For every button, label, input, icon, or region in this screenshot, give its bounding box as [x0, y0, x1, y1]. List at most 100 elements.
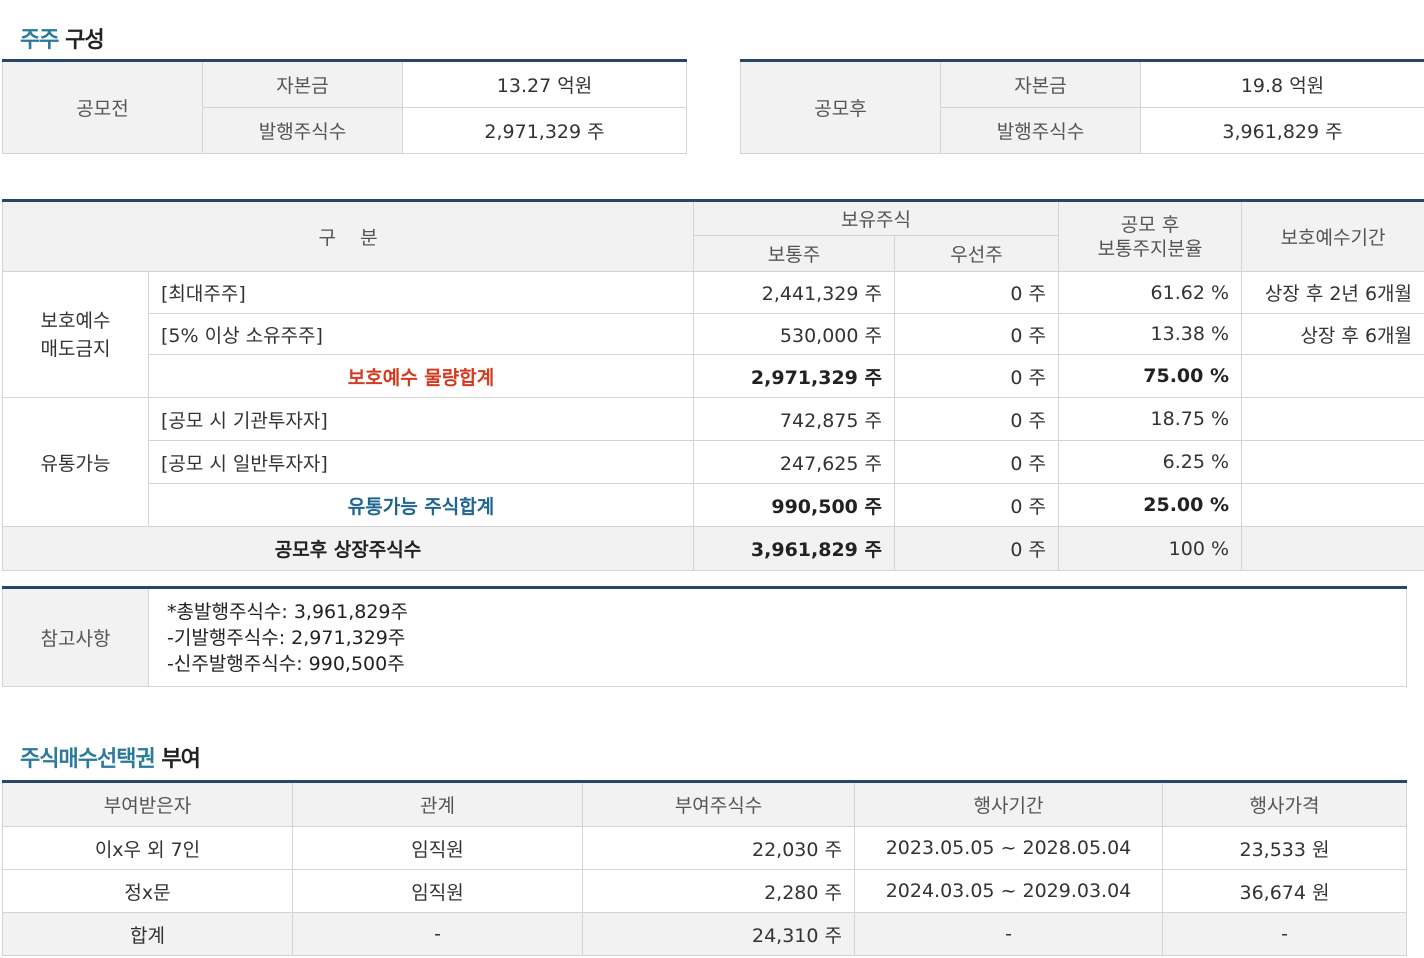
row-name-subtotal: 유통가능 주식합계 — [148, 483, 694, 527]
total-common: 3,961,829 주 — [693, 526, 895, 571]
table-row: 보호예수 매도금지 [최대주주] 2,441,329 주 0 주 61.62 %… — [2, 271, 1424, 398]
total-lockup — [1241, 526, 1424, 571]
relation: 임직원 — [292, 869, 583, 913]
row-common: 247,625 주 — [693, 440, 895, 484]
exercise-period: 2023.05.05 ~ 2028.05.04 — [854, 826, 1163, 870]
header-exercise-period: 행사기간 — [854, 780, 1163, 827]
table-row: 이x우 외 7인 임직원 22,030 주 2023.05.05 ~ 2028.… — [2, 826, 1407, 870]
notes-table: 참고사항 *총발행주식수: 3,961,829주 -기발행주식수: 2,971,… — [2, 586, 1407, 687]
row-name: [공모 시 기관투자자] — [148, 397, 694, 441]
row-lockup — [1241, 483, 1424, 527]
table-row: [5% 이상 소유주주] 530,000 주 0 주 13.38 % 상장 후 … — [3, 313, 1424, 355]
table-total-row: 공모후 상장주식수 3,961,829 주 0 주 100 % — [2, 526, 1424, 571]
row-common: 530,000 주 — [693, 313, 895, 355]
header-preferred: 우선주 — [893, 235, 1060, 272]
exercise-price: 23,533 원 — [1162, 826, 1407, 870]
title-highlight: 주주 — [20, 28, 59, 53]
notes-line: -기발행주식수: 2,971,329주 — [167, 626, 406, 649]
shares-label: 발행주식수 — [940, 107, 1141, 154]
row-ratio: 6.25 % — [1058, 440, 1243, 484]
total-label: 합계 — [2, 912, 293, 956]
group-lockup-line2: 매도금지 — [40, 337, 111, 360]
grantee: 정x문 — [2, 869, 293, 913]
title-rest: 구성 — [58, 28, 104, 53]
row-preferred: 0 주 — [893, 354, 1060, 398]
row-preferred: 0 주 — [893, 483, 1060, 527]
options-section-title: 주식매수선택권 부여 — [20, 741, 201, 773]
after-offering-label: 공모후 — [740, 59, 941, 154]
header-shares: 부여주식수 — [582, 780, 855, 827]
group-lockup-label: 보호예수 매도금지 — [2, 271, 149, 398]
group-lockup-line1: 보호예수 — [40, 309, 111, 332]
row-ratio: 75.00 % — [1058, 354, 1243, 398]
shares: 2,280 주 — [582, 869, 855, 913]
row-ratio: 61.62 % — [1058, 271, 1243, 314]
row-preferred: 0 주 — [893, 440, 1060, 484]
table-row: 정x문 임직원 2,280 주 2024.03.05 ~ 2029.03.04 … — [2, 869, 1407, 913]
table-row: 보호예수 물량합계 2,971,329 주 0 주 75.00 % — [3, 354, 1424, 398]
table-total-row: 합계 - 24,310 주 - - — [2, 912, 1407, 956]
title-rest: 부여 — [154, 747, 200, 772]
before-offering-table: 공모전 자본금 13.27 억원 발행주식수 2,971,329 주 — [2, 59, 687, 154]
grantee: 이x우 외 7인 — [2, 826, 293, 870]
group-tradable-label: 유통가능 — [2, 397, 149, 527]
shares: 22,030 주 — [582, 826, 855, 870]
capital-label: 자본금 — [940, 59, 1141, 108]
table-row: 유통가능 [공모 시 기관투자자] 742,875 주 0 주 18.75 % — [2, 397, 1424, 527]
row-preferred: 0 주 — [893, 397, 1060, 441]
capital-value: 19.8 억원 — [1140, 59, 1424, 108]
row-common: 2,971,329 주 — [693, 354, 895, 398]
notes-line: *총발행주식수: 3,961,829주 — [167, 600, 408, 623]
shares-label: 발행주식수 — [202, 107, 403, 154]
row-lockup: 상장 후 2년 6개월 — [1241, 271, 1424, 314]
total-exercise-period: - — [854, 912, 1163, 956]
relation: 임직원 — [292, 826, 583, 870]
header-holding: 보유주식 — [692, 199, 1060, 236]
row-name: [5% 이상 소유주주] — [148, 313, 694, 355]
total-ratio: 100 % — [1058, 526, 1243, 571]
row-lockup: 상장 후 6개월 — [1241, 313, 1424, 355]
row-ratio: 13.38 % — [1058, 313, 1243, 355]
notes-label: 참고사항 — [2, 586, 149, 687]
row-ratio: 25.00 % — [1058, 483, 1243, 527]
header-ratio: 공모 후 보통주지분율 — [1058, 199, 1243, 272]
header-exercise-price: 행사가격 — [1162, 780, 1407, 827]
table-row: 유통가능 주식합계 990,500 주 0 주 25.00 % — [3, 483, 1424, 527]
title-highlight: 주식매수선택권 — [20, 747, 156, 772]
table-row: [공모 시 일반투자자] 247,625 주 0 주 6.25 % — [3, 440, 1424, 484]
capital-value: 13.27 억원 — [402, 59, 687, 108]
shares-value: 2,971,329 주 — [402, 107, 687, 154]
total-name: 공모후 상장주식수 — [2, 526, 694, 571]
total-preferred: 0 주 — [893, 526, 1060, 571]
header-grantee: 부여받은자 — [2, 780, 293, 827]
header-common: 보통주 — [693, 235, 895, 272]
total-relation: - — [292, 912, 583, 956]
row-lockup — [1241, 440, 1424, 484]
row-name: [최대주주] — [148, 271, 694, 314]
total-shares: 24,310 주 — [582, 912, 855, 956]
holdings-table: 구 분 보유주식 공모 후 보통주지분율 보호예수기간 보통주 우선주 보호예수… — [2, 199, 1424, 571]
total-exercise-price: - — [1162, 912, 1407, 956]
shareholders-section-title: 주주 구성 — [20, 22, 105, 54]
row-common: 990,500 주 — [693, 483, 895, 527]
row-name-subtotal: 보호예수 물량합계 — [148, 354, 694, 398]
header-relation: 관계 — [292, 780, 583, 827]
row-name: [공모 시 일반투자자] — [148, 440, 694, 484]
row-preferred: 0 주 — [893, 313, 1060, 355]
row-common: 742,875 주 — [693, 397, 895, 441]
shares-value: 3,961,829 주 — [1140, 107, 1424, 154]
capital-label: 자본금 — [202, 59, 403, 108]
exercise-period: 2024.03.05 ~ 2029.03.04 — [854, 869, 1163, 913]
row-common: 2,441,329 주 — [693, 271, 895, 314]
row-lockup — [1241, 397, 1424, 441]
header-lockup: 보호예수기간 — [1241, 199, 1424, 272]
stock-options-table: 부여받은자 관계 부여주식수 행사기간 행사가격 이x우 외 7인 임직원 22… — [2, 780, 1407, 956]
before-offering-label: 공모전 — [2, 59, 203, 154]
row-preferred: 0 주 — [893, 271, 1060, 314]
after-offering-table: 공모후 자본금 19.8 억원 발행주식수 3,961,829 주 — [740, 59, 1424, 154]
notes-content: *총발행주식수: 3,961,829주 -기발행주식수: 2,971,329주 … — [148, 586, 1407, 687]
exercise-price: 36,674 원 — [1162, 869, 1407, 913]
row-ratio: 18.75 % — [1058, 397, 1243, 441]
header-category: 구 분 — [2, 199, 694, 272]
notes-line: -신주발행주식수: 990,500주 — [167, 652, 405, 675]
